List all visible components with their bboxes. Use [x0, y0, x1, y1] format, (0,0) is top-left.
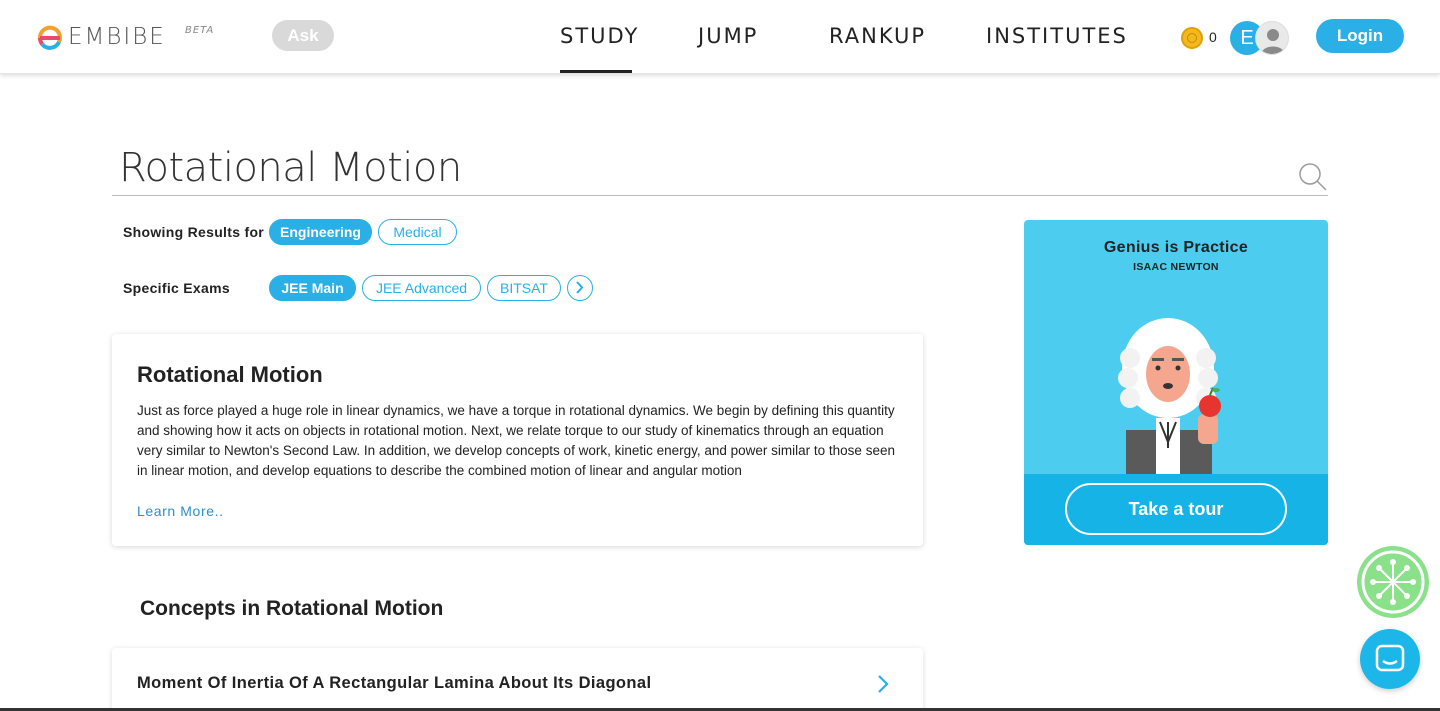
doubts-widget-button[interactable]: [1357, 546, 1429, 618]
embibe-logo-mark-icon: [37, 25, 62, 50]
nav-institutes[interactable]: INSTITUTES: [986, 24, 1128, 48]
filter-medical[interactable]: Medical: [378, 219, 457, 245]
exam-jee-main[interactable]: JEE Main: [269, 275, 356, 301]
exams-next-button[interactable]: [567, 275, 593, 301]
filter-engineering[interactable]: Engineering: [269, 219, 372, 245]
ask-button[interactable]: Ask: [272, 20, 334, 51]
chat-button[interactable]: [1360, 629, 1420, 689]
concept-label: Moment Of Inertia Of A Rectangular Lamin…: [137, 674, 652, 692]
promo-footer: Take a tour: [1024, 474, 1328, 545]
concepts-heading: Concepts in Rotational Motion: [140, 597, 444, 620]
topic-description: Just as force played a huge role in line…: [137, 403, 895, 478]
results-for-label: Showing Results for: [123, 224, 265, 240]
coin-icon[interactable]: [1181, 27, 1203, 49]
user-avatar-icon[interactable]: [1255, 21, 1289, 55]
promo-panel: Genius is Practice ISAAC NEWTON Take a t…: [1024, 220, 1328, 545]
learn-more-link[interactable]: Learn More..: [137, 503, 224, 519]
molecule-icon: [1361, 550, 1425, 614]
promo-author: ISAAC NEWTON: [1133, 261, 1219, 273]
beta-badge: BETA: [185, 25, 215, 36]
exam-bitsat[interactable]: BITSAT: [487, 275, 561, 301]
list-item[interactable]: Moment Of Inertia Of A Rectangular Lamin…: [112, 648, 923, 711]
search-underline: [112, 195, 1328, 196]
topic-title: Rotational Motion: [137, 362, 323, 387]
chevron-right-icon: [878, 675, 889, 693]
nav-jump[interactable]: JUMP: [698, 24, 758, 48]
nav-study[interactable]: STUDY: [560, 24, 639, 48]
login-button[interactable]: Login: [1316, 19, 1404, 53]
nav-rankup[interactable]: RANKUP: [829, 24, 926, 48]
topic-card: Rotational Motion Just as force played a…: [112, 334, 923, 546]
specific-exams-label: Specific Exams: [123, 280, 230, 296]
chevron-right-icon: [576, 281, 584, 294]
take-tour-button[interactable]: Take a tour: [1065, 483, 1287, 535]
top-header: EMBIBE BETA Ask STUDY JUMP RANKUP INSTIT…: [0, 0, 1440, 74]
chat-icon: [1375, 644, 1405, 672]
logo-wordmark: EMBIBE: [68, 24, 166, 50]
active-nav-indicator: [560, 70, 632, 73]
search-icon[interactable]: [1298, 162, 1328, 192]
embibe-logo[interactable]: EMBIBE BETA: [36, 22, 213, 52]
exam-jee-advanced[interactable]: JEE Advanced: [362, 275, 481, 301]
coin-count: 0: [1209, 29, 1217, 45]
newton-illustration-icon: [1118, 318, 1221, 474]
search-input[interactable]: Rotational Motion: [119, 145, 462, 191]
promo-quote: Genius is Practice: [1103, 239, 1249, 256]
